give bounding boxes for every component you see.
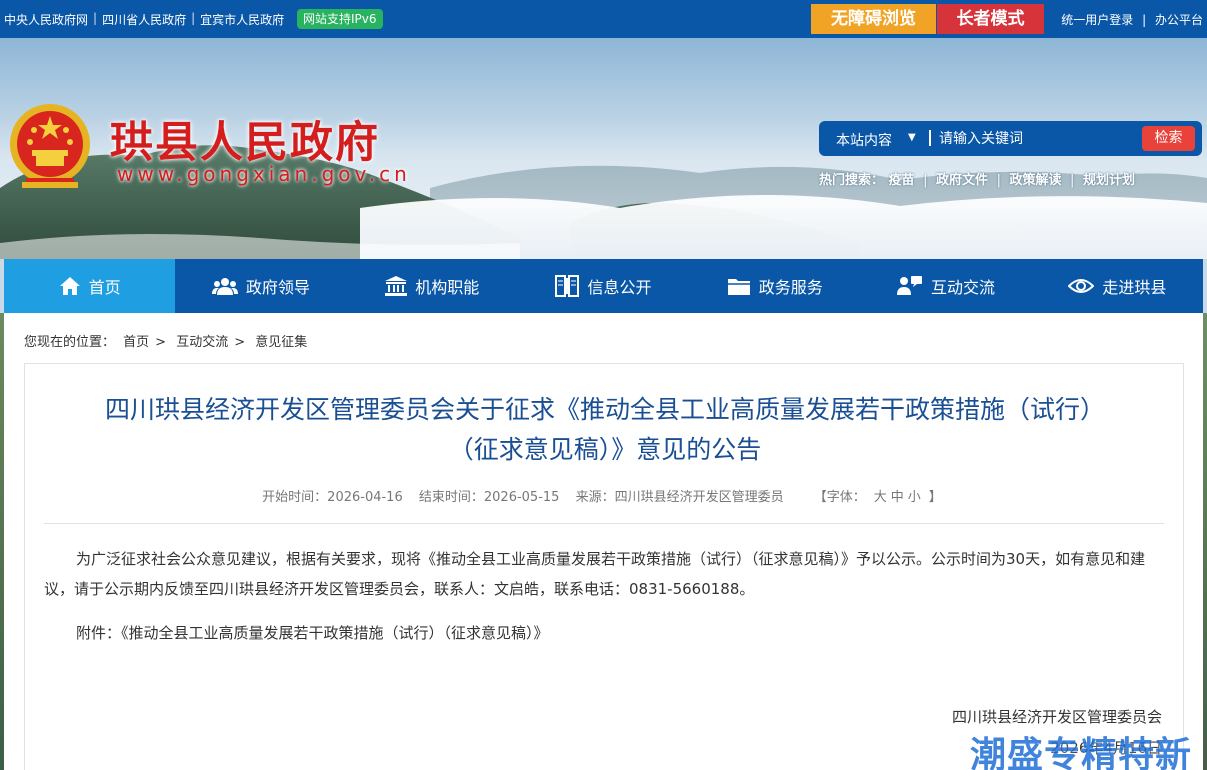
gov-links: 中央人民政府网 | 四川省人民政府 | 宜宾市人民政府 bbox=[4, 11, 284, 28]
start-time: 开始时间：2026-04-16 bbox=[262, 490, 403, 505]
accessibility-button[interactable]: 无障碍浏览 bbox=[811, 4, 936, 34]
site-title[interactable]: 珙县人民政府 bbox=[110, 108, 380, 170]
home-icon bbox=[59, 277, 80, 295]
nav-item-home[interactable]: 首页 bbox=[4, 259, 176, 313]
link-separator: | bbox=[996, 173, 1001, 188]
nav-item-institutions[interactable]: 机构职能 bbox=[347, 259, 518, 313]
user-links: 统一用户登录 | 办公平台 bbox=[1061, 11, 1203, 28]
nav-item-label: 政务服务 bbox=[758, 278, 823, 297]
unified-login-link[interactable]: 统一用户登录 bbox=[1061, 13, 1133, 27]
hot-term[interactable]: 政府文件 bbox=[936, 173, 988, 188]
breadcrumb-separator: > bbox=[155, 335, 167, 350]
nav-item-leaders[interactable]: 政府领导 bbox=[175, 259, 346, 313]
search-button[interactable]: 检索 bbox=[1142, 126, 1195, 151]
office-platform-link[interactable]: 办公平台 bbox=[1155, 13, 1203, 27]
font-size-control: 【字体： 大中小】 bbox=[808, 490, 948, 505]
breadcrumb-current[interactable]: 意见征集 bbox=[255, 335, 307, 350]
end-time: 结束时间：2026-05-15 bbox=[418, 490, 560, 505]
header-banner: 珙县人民政府 www.gongxian.gov.cn 本站内容 ▼ 检索 热门搜… bbox=[0, 38, 1207, 259]
article-card: 四川珙县经济开发区管理委员会关于征求《推动全县工业高质量发展若干政策措施（试行）… bbox=[24, 363, 1184, 770]
side-decoration-right bbox=[1203, 313, 1207, 770]
attachment-link[interactable]: 附件：《推动全县工业高质量发展若干政策措施（试行）（征求意见稿）》 bbox=[44, 618, 1159, 648]
interaction-icon bbox=[897, 276, 923, 295]
breadcrumb-separator: > bbox=[234, 335, 246, 350]
main-nav: 首页 政府领导 机构职能 信息公开 政务服务 互动交流 走进珙县 bbox=[4, 259, 1203, 313]
caret-down-icon[interactable]: ▼ bbox=[908, 132, 916, 143]
font-large-button[interactable]: 大 bbox=[874, 490, 887, 505]
breadcrumb-home[interactable]: 首页 bbox=[123, 335, 149, 350]
breadcrumb-label: 您现在的位置： bbox=[24, 335, 116, 350]
divider bbox=[44, 523, 1164, 524]
font-medium-button[interactable]: 中 bbox=[891, 490, 904, 505]
book-icon bbox=[555, 275, 580, 297]
font-label-open: 【字体： bbox=[813, 490, 866, 505]
nav-item-label: 走进珙县 bbox=[1102, 278, 1167, 297]
nav-item-about-county[interactable]: 走进珙县 bbox=[1032, 259, 1203, 313]
font-small-button[interactable]: 小 bbox=[908, 490, 921, 505]
link-separator: | bbox=[1142, 13, 1147, 27]
hot-term[interactable]: 政策解读 bbox=[1009, 173, 1061, 188]
search-bar: 本站内容 ▼ 检索 bbox=[819, 121, 1202, 156]
nav-item-label: 信息公开 bbox=[587, 278, 652, 297]
font-label-close: 】 bbox=[928, 490, 942, 505]
link-separator: | bbox=[923, 173, 928, 188]
folder-icon bbox=[727, 279, 750, 295]
article-title-line-2: （征求意见稿）》意见的公告 bbox=[448, 435, 762, 464]
nav-item-label: 政府领导 bbox=[245, 278, 310, 297]
hot-search: 热门搜索： 疫苗 | 政府文件 | 政策解读 | 规划计划 bbox=[819, 169, 1135, 188]
hot-search-label: 热门搜索： bbox=[819, 173, 885, 188]
institution-icon bbox=[385, 276, 408, 296]
hot-term[interactable]: 规划计划 bbox=[1083, 173, 1135, 188]
signature-organization: 四川珙县经济开发区管理委员会 bbox=[951, 708, 1162, 726]
ipv6-badge: 网站支持IPv6 bbox=[297, 9, 383, 29]
nav-item-interaction[interactable]: 互动交流 bbox=[860, 259, 1031, 313]
eye-icon bbox=[1068, 279, 1095, 293]
breadcrumb-interaction[interactable]: 互动交流 bbox=[176, 335, 228, 350]
nav-item-label: 首页 bbox=[88, 278, 121, 297]
main-content: 您现在的位置： 首页 > 互动交流 > 意见征集 四川珙县经济开发区管理委员会关于征… bbox=[4, 313, 1203, 770]
article-title-line-1: 四川珙县经济开发区管理委员会关于征求《推动全县工业高质量发展若干政策措施（试行） bbox=[104, 395, 1105, 424]
elder-mode-button[interactable]: 长者模式 bbox=[937, 4, 1044, 34]
link-separator: | bbox=[93, 11, 98, 25]
nav-item-label: 机构职能 bbox=[415, 278, 480, 297]
article-title: 四川珙县经济开发区管理委员会关于征求《推动全县工业高质量发展若干政策措施（试行）… bbox=[25, 390, 1185, 470]
hot-term[interactable]: 疫苗 bbox=[889, 173, 915, 188]
people-icon bbox=[211, 278, 238, 295]
site-url: www.gongxian.gov.cn bbox=[117, 162, 411, 186]
national-emblem-icon bbox=[10, 104, 90, 188]
article-source: 来源：四川珙县经济开发区管理委员 bbox=[575, 490, 784, 505]
nav-item-info-disclosure[interactable]: 信息公开 bbox=[518, 259, 689, 313]
link-separator: | bbox=[1070, 173, 1075, 188]
breadcrumb: 您现在的位置： 首页 > 互动交流 > 意见征集 bbox=[24, 331, 311, 350]
link-central-gov[interactable]: 中央人民政府网 bbox=[4, 11, 88, 28]
link-yibin-gov[interactable]: 宜宾市人民政府 bbox=[200, 11, 284, 28]
article-paragraph: 为广泛征求社会公众意见建议，根据有关要求，现将《推动全县工业高质量发展若干政策措… bbox=[44, 550, 1146, 598]
watermark-text: 潮盛专精特新 bbox=[970, 735, 1193, 770]
search-scope-select[interactable]: 本站内容 bbox=[836, 130, 892, 150]
top-utility-bar: 中央人民政府网 | 四川省人民政府 | 宜宾市人民政府 网站支持IPv6 无障碍… bbox=[0, 0, 1207, 38]
nav-item-services[interactable]: 政务服务 bbox=[689, 259, 860, 313]
link-separator: | bbox=[191, 11, 196, 25]
nav-item-label: 互动交流 bbox=[931, 278, 996, 297]
link-sichuan-gov[interactable]: 四川省人民政府 bbox=[102, 11, 186, 28]
search-divider bbox=[929, 130, 931, 146]
article-meta: 开始时间：2026-04-16 结束时间：2026-05-15 来源：四川珙县经… bbox=[25, 486, 1185, 505]
search-input[interactable] bbox=[939, 126, 1139, 151]
